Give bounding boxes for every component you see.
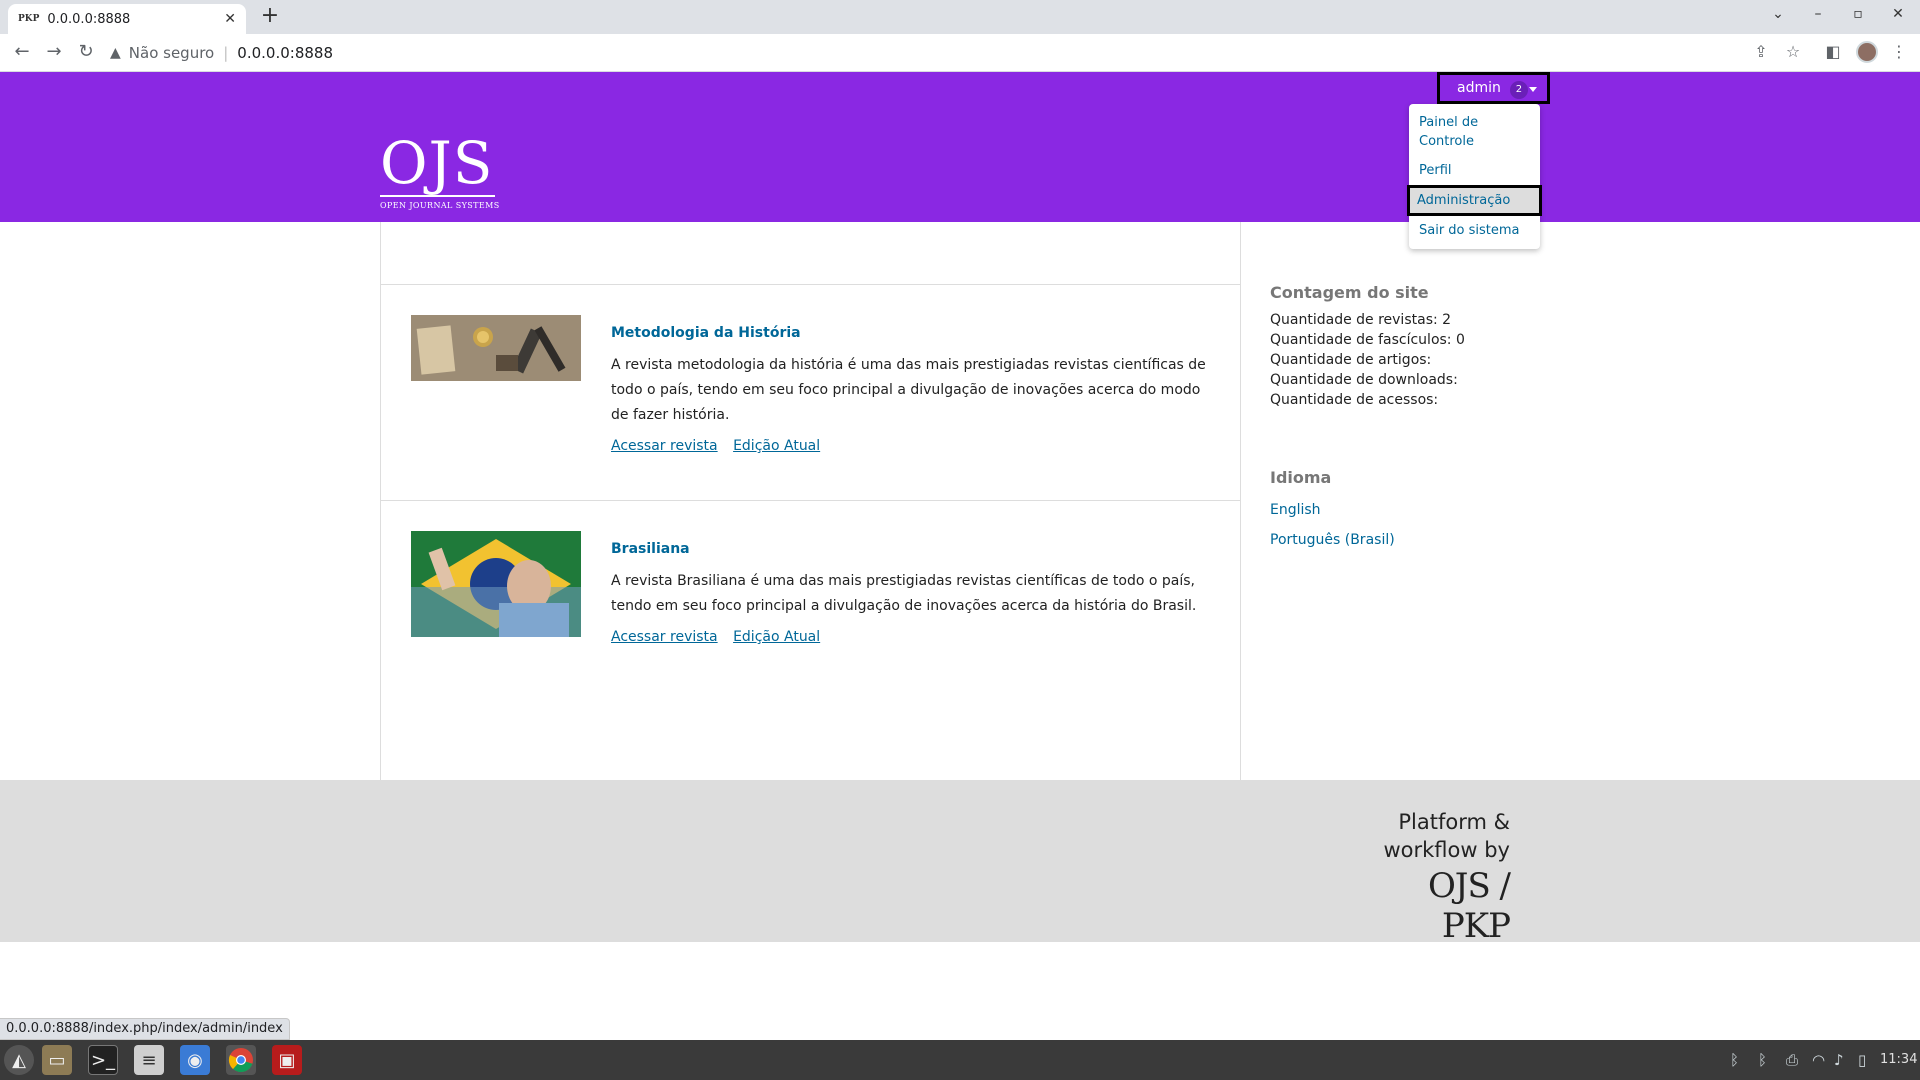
site-stats-heading: Contagem do site — [1270, 283, 1429, 302]
back-arrow-icon[interactable]: ← — [10, 42, 34, 62]
minimize-icon[interactable]: – — [1806, 6, 1830, 22]
status-bar-url: 0.0.0.0:8888/index.php/index/admin/index — [0, 1018, 290, 1040]
red-app-icon[interactable]: ▣ — [272, 1045, 302, 1075]
address-bar[interactable]: ▲ Não seguro | 0.0.0.0:8888 — [110, 39, 1760, 67]
caret-down-icon — [1529, 87, 1537, 92]
stat-downloads: Quantidade de downloads: — [1270, 372, 1458, 388]
browser-toolbar: ← → ↻ ▲ Não seguro | 0.0.0.0:8888 ⇪ ☆ ◧ … — [0, 34, 1920, 72]
current-issue-link[interactable]: Edição Atual — [733, 629, 820, 645]
footer-line-1: Platform & — [1398, 810, 1510, 834]
notification-badge: 2 — [1509, 81, 1528, 99]
logo-mark: OJS — [380, 129, 494, 197]
journal-title-link[interactable]: Brasiliana — [611, 541, 1211, 557]
stat-issues: Quantidade de fascículos: 0 — [1270, 332, 1465, 348]
browser-tab[interactable]: PKP 0.0.0.0:8888 ✕ — [8, 4, 246, 34]
menu-item-administration[interactable]: Administração — [1407, 185, 1542, 216]
address-separator: | — [223, 44, 229, 62]
logo-tagline: OPEN JOURNAL SYSTEMS — [380, 201, 500, 210]
menu-kebab-icon[interactable]: ⋮ — [1888, 42, 1910, 61]
battery-icon[interactable]: ▯ — [1858, 1051, 1866, 1069]
close-window-icon[interactable]: ✕ — [1886, 6, 1910, 22]
forward-arrow-icon[interactable]: → — [42, 42, 66, 62]
desktop-taskbar: ◭ ▭ >_ ≡ ◉ ▣ ᛒ ᛒ ⎙ ◠ ♪ ▯ 11:34 — [0, 1040, 1920, 1080]
journal-thumbnail-image[interactable] — [411, 315, 581, 381]
share-icon[interactable]: ⇪ — [1750, 42, 1772, 61]
footer-line-2: workflow by — [1383, 838, 1510, 862]
clock: 11:34 — [1880, 1052, 1918, 1067]
screenshot-tool-icon[interactable]: ◉ — [180, 1045, 210, 1075]
chrome-logo-icon — [228, 1048, 253, 1073]
pkp-favicon-icon: PKP — [18, 14, 40, 24]
sidebar: Contagem do site Quantidade de revistas:… — [1270, 283, 1570, 555]
journal-info: Brasiliana A revista Brasiliana é uma da… — [611, 541, 1211, 645]
access-journal-link[interactable]: Acessar revista — [611, 438, 718, 454]
stat-journals: Quantidade de revistas: 2 — [1270, 312, 1452, 328]
language-link-english[interactable]: English — [1270, 495, 1570, 525]
menu-item-logout[interactable]: Sair do sistema — [1409, 216, 1540, 245]
pkp-brand-link[interactable]: Platform & workflow by OJS / PKP — [1350, 808, 1511, 946]
reload-icon[interactable]: ↻ — [74, 42, 98, 62]
file-manager-icon[interactable]: ▭ — [42, 1045, 72, 1075]
language-heading: Idioma — [1270, 468, 1332, 487]
bookmark-star-icon[interactable]: ☆ — [1782, 42, 1804, 61]
current-issue-link[interactable]: Edição Atual — [733, 438, 820, 454]
access-journal-link[interactable]: Acessar revista — [611, 629, 718, 645]
security-label: Não seguro — [128, 44, 215, 62]
text-editor-icon[interactable]: ≡ — [134, 1045, 164, 1075]
profile-avatar[interactable] — [1856, 41, 1878, 63]
journal-info: Metodologia da História A revista metodo… — [611, 325, 1211, 454]
journal-description: A revista metodologia da história é uma … — [611, 357, 1206, 423]
language-link-portuguese[interactable]: Português (Brasil) — [1270, 525, 1570, 555]
chrome-browser-icon[interactable] — [226, 1045, 256, 1075]
tab-search-icon[interactable]: ⌄ — [1766, 6, 1790, 22]
stat-accesses: Quantidade de acessos: — [1270, 392, 1439, 408]
menu-item-dashboard[interactable]: Painel de Controle — [1409, 108, 1540, 156]
maximize-icon[interactable]: ▫ — [1846, 6, 1870, 22]
url-text: 0.0.0.0:8888 — [237, 44, 334, 62]
user-name: admin — [1457, 80, 1501, 96]
bluetooth-icon-2[interactable]: ᛒ — [1758, 1051, 1767, 1069]
stat-articles: Quantidade de artigos: — [1270, 352, 1432, 368]
wifi-icon[interactable]: ◠ — [1812, 1051, 1825, 1069]
journal-thumbnail-image[interactable] — [411, 531, 581, 637]
journal-title-link[interactable]: Metodologia da História — [611, 325, 1211, 341]
terminal-icon[interactable]: >_ — [88, 1045, 118, 1075]
new-tab-button[interactable]: + — [258, 5, 282, 29]
site-header: OJS OPEN JOURNAL SYSTEMS — [0, 72, 1920, 222]
ojs-pkp-logo: OJS / PKP — [1427, 866, 1511, 946]
menu-item-profile[interactable]: Perfil — [1409, 156, 1540, 185]
tab-title: 0.0.0.0:8888 — [47, 11, 131, 27]
printer-icon[interactable]: ⎙ — [1786, 1051, 1798, 1069]
ojs-logo[interactable]: OJS OPEN JOURNAL SYSTEMS — [380, 132, 500, 210]
warning-icon: ▲ — [110, 45, 121, 61]
tab-close-icon[interactable]: ✕ — [224, 11, 236, 27]
journal-item: Brasiliana A revista Brasiliana é uma da… — [381, 500, 1241, 780]
bluetooth-icon[interactable]: ᛒ — [1730, 1051, 1739, 1069]
volume-icon[interactable]: ♪ — [1834, 1051, 1844, 1069]
user-dropdown-menu: Painel de Controle Perfil Administração … — [1407, 104, 1542, 249]
journal-links: Acessar revista Edição Atual — [611, 438, 1211, 454]
journal-links: Acessar revista Edição Atual — [611, 629, 1211, 645]
app-launcher-icon[interactable]: ◭ — [4, 1045, 34, 1075]
journal-list: Metodologia da História A revista metodo… — [380, 222, 1241, 780]
side-panel-icon[interactable]: ◧ — [1822, 42, 1844, 61]
browser-tab-strip: PKP 0.0.0.0:8888 ✕ + ⌄ – ▫ ✕ — [0, 0, 1920, 34]
journal-description: A revista Brasiliana é uma das mais pres… — [611, 573, 1197, 614]
user-menu-button[interactable]: admin 2 — [1437, 72, 1550, 104]
journal-item: Metodologia da História A revista metodo… — [381, 284, 1241, 500]
site-footer: Platform & workflow by OJS / PKP — [0, 780, 1920, 946]
